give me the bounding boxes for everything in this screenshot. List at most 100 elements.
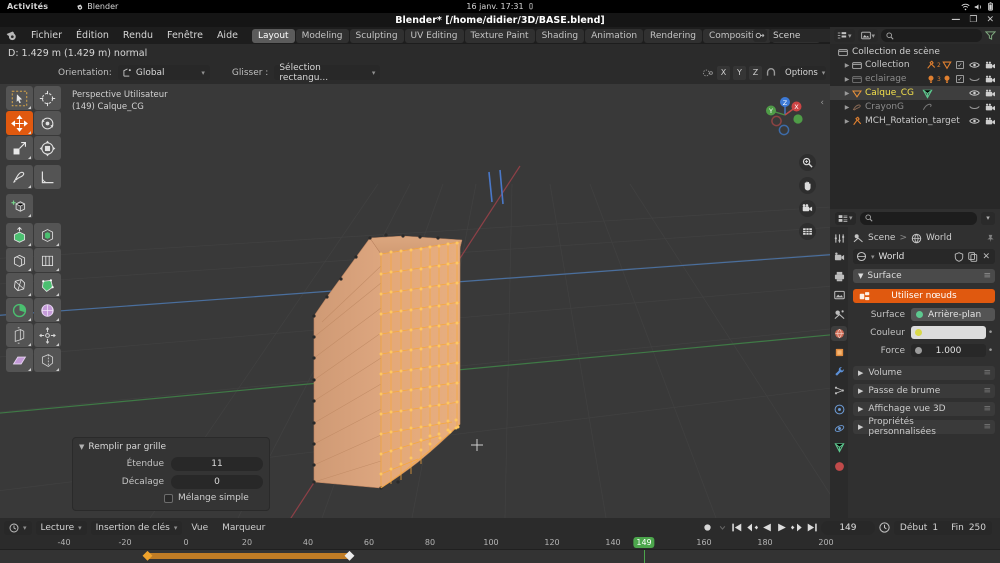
- eye-closed-icon[interactable]: [969, 103, 980, 111]
- play-reverse-icon[interactable]: [761, 522, 773, 533]
- span-value-field[interactable]: 11: [171, 457, 263, 471]
- surface-panel-header[interactable]: ▼ Surface ≡: [853, 269, 995, 283]
- pan-hand-icon[interactable]: [799, 177, 816, 194]
- world-tab[interactable]: [831, 326, 847, 341]
- tab-sculpting[interactable]: Sculpting: [349, 28, 404, 43]
- simple-blending-checkbox[interactable]: [164, 493, 173, 503]
- breadcrumb-scene[interactable]: Scene: [868, 233, 895, 243]
- shear-tool[interactable]: [6, 348, 33, 372]
- scene-browse-icon[interactable]: [753, 29, 767, 42]
- properties-search-input[interactable]: [859, 211, 977, 225]
- color-animate-dot[interactable]: •: [986, 328, 995, 338]
- outliner-row-eclairage[interactable]: ▶ eclairage 3 ✓: [830, 72, 1000, 86]
- poly-build-tool[interactable]: [34, 273, 61, 297]
- orientation-dropdown[interactable]: Global ▾: [117, 65, 210, 80]
- menu-edition[interactable]: Édition: [69, 29, 116, 42]
- edge-slide-tool[interactable]: [6, 323, 33, 347]
- outliner-filter-mode-dropdown[interactable]: ▾: [857, 29, 879, 42]
- jump-start-icon[interactable]: [731, 522, 743, 533]
- camera-render-icon[interactable]: [985, 117, 996, 126]
- toggle-ortho-grid-icon[interactable]: [799, 223, 816, 240]
- sidebar-collapse-arrow[interactable]: ‹: [820, 98, 824, 108]
- surface-type-dropdown[interactable]: Arrière-plan: [911, 308, 995, 321]
- world-id-block[interactable]: ▾ World ✕: [853, 249, 995, 264]
- world-browse-icon[interactable]: [856, 251, 867, 262]
- playback-dropdown[interactable]: Lecture ▾: [35, 520, 87, 535]
- camera-render-icon[interactable]: [985, 103, 996, 112]
- camera-render-icon[interactable]: [985, 89, 996, 98]
- annotate-tool[interactable]: [6, 165, 33, 189]
- viewport-display-panel-header[interactable]: ▶ Affichage vue 3D ≡: [853, 402, 995, 416]
- maximize-button[interactable]: ❐: [969, 15, 977, 25]
- camera-view-icon[interactable]: [799, 200, 816, 217]
- tab-animation[interactable]: Animation: [585, 28, 644, 43]
- timeline-editor-type-dropdown[interactable]: ▾: [4, 520, 32, 535]
- tab-rendering[interactable]: Rendering: [644, 28, 702, 43]
- zoom-icon[interactable]: [799, 154, 816, 171]
- checkbox-enabled[interactable]: ✓: [956, 75, 964, 83]
- minimize-button[interactable]: —: [951, 15, 960, 25]
- move-tool[interactable]: [6, 111, 33, 135]
- marker-menu[interactable]: Marqueur: [217, 523, 270, 533]
- start-frame-value[interactable]: 1: [932, 523, 938, 533]
- shrink-fatten-tool[interactable]: [34, 323, 61, 347]
- outliner-row-mch-rotation-target[interactable]: ▶ MCH_Rotation_target: [830, 114, 1000, 128]
- outliner-row-collection[interactable]: ▶ Collection 2 ✓: [830, 58, 1000, 72]
- use-nodes-button[interactable]: Utiliser nœuds: [853, 289, 995, 303]
- outliner-search-input[interactable]: [881, 29, 982, 42]
- properties-editor-type-dropdown[interactable]: ▾: [835, 211, 856, 225]
- close-button[interactable]: ✕: [986, 15, 994, 25]
- strength-animate-dot[interactable]: •: [986, 346, 995, 356]
- properties-options-dropdown[interactable]: ▾: [981, 211, 995, 225]
- volume-panel-header[interactable]: ▶ Volume ≡: [853, 366, 995, 380]
- output-tab[interactable]: [831, 269, 847, 284]
- view-menu[interactable]: Vue: [186, 523, 213, 533]
- gnome-clock[interactable]: 16 janv. 17:31: [0, 2, 1000, 11]
- smooth-tool[interactable]: [34, 298, 61, 322]
- rip-region-tool[interactable]: [34, 348, 61, 372]
- use-preview-range-icon[interactable]: [878, 521, 891, 534]
- scene-tab[interactable]: [831, 307, 847, 322]
- measure-tool[interactable]: [34, 165, 61, 189]
- chevron-right-icon[interactable]: ▶: [842, 104, 852, 111]
- axis-x-button[interactable]: X: [717, 65, 730, 80]
- tab-uv-editing[interactable]: UV Editing: [404, 28, 464, 43]
- viewport-options-dropdown[interactable]: Options ▾: [780, 65, 826, 80]
- axis-z-button[interactable]: Z: [749, 65, 762, 80]
- timeline-ruler[interactable]: -40 -20 0 20 40 60 80 100 120 140 160 18…: [0, 537, 1000, 559]
- tab-modeling[interactable]: Modeling: [295, 28, 349, 43]
- inset-faces-tool[interactable]: [34, 223, 61, 247]
- blender-logo-icon[interactable]: [5, 29, 18, 42]
- prev-keyframe-icon[interactable]: [746, 522, 758, 533]
- tab-layout[interactable]: Layout: [251, 28, 295, 43]
- operator-redo-panel[interactable]: ▼ Remplir par grille Étendue 11 Décalage…: [72, 437, 270, 511]
- scene-collection-row[interactable]: Collection de scène: [830, 46, 1000, 58]
- eye-open-icon[interactable]: [969, 61, 980, 69]
- menu-fenetre[interactable]: Fenêtre: [160, 29, 210, 42]
- pin-icon[interactable]: [986, 234, 995, 243]
- view-axis-gizmo[interactable]: Z Y X: [762, 92, 808, 138]
- gnome-system-tray[interactable]: [961, 2, 994, 11]
- outliner-row-crayong[interactable]: ▶ CrayonG: [830, 100, 1000, 114]
- breadcrumb-world[interactable]: World: [926, 233, 952, 243]
- jump-end-icon[interactable]: [806, 522, 818, 533]
- fake-user-shield-icon[interactable]: [954, 251, 964, 262]
- material-tab[interactable]: [831, 459, 847, 474]
- playhead-frame-badge[interactable]: 149: [633, 537, 655, 548]
- outliner-display-mode-dropdown[interactable]: ▾: [834, 29, 855, 42]
- physics-tab[interactable]: [831, 402, 847, 417]
- rotate-tool[interactable]: [34, 111, 61, 135]
- camera-render-icon[interactable]: [985, 61, 996, 70]
- chevron-right-icon[interactable]: ▶: [842, 62, 852, 69]
- keying-dropdown[interactable]: Insertion de clés ▾: [90, 520, 183, 535]
- filter-icon[interactable]: [985, 30, 996, 41]
- menu-rendu[interactable]: Rendu: [116, 29, 160, 42]
- strength-value-field[interactable]: 1.000: [911, 344, 986, 357]
- object-tab[interactable]: [831, 345, 847, 360]
- tab-shading[interactable]: Shading: [535, 28, 585, 43]
- world-name-field[interactable]: World: [879, 252, 951, 262]
- play-icon[interactable]: [776, 522, 788, 533]
- menu-fichier[interactable]: Fichier: [24, 29, 69, 42]
- bevel-tool[interactable]: [6, 248, 33, 272]
- spin-tool[interactable]: [6, 298, 33, 322]
